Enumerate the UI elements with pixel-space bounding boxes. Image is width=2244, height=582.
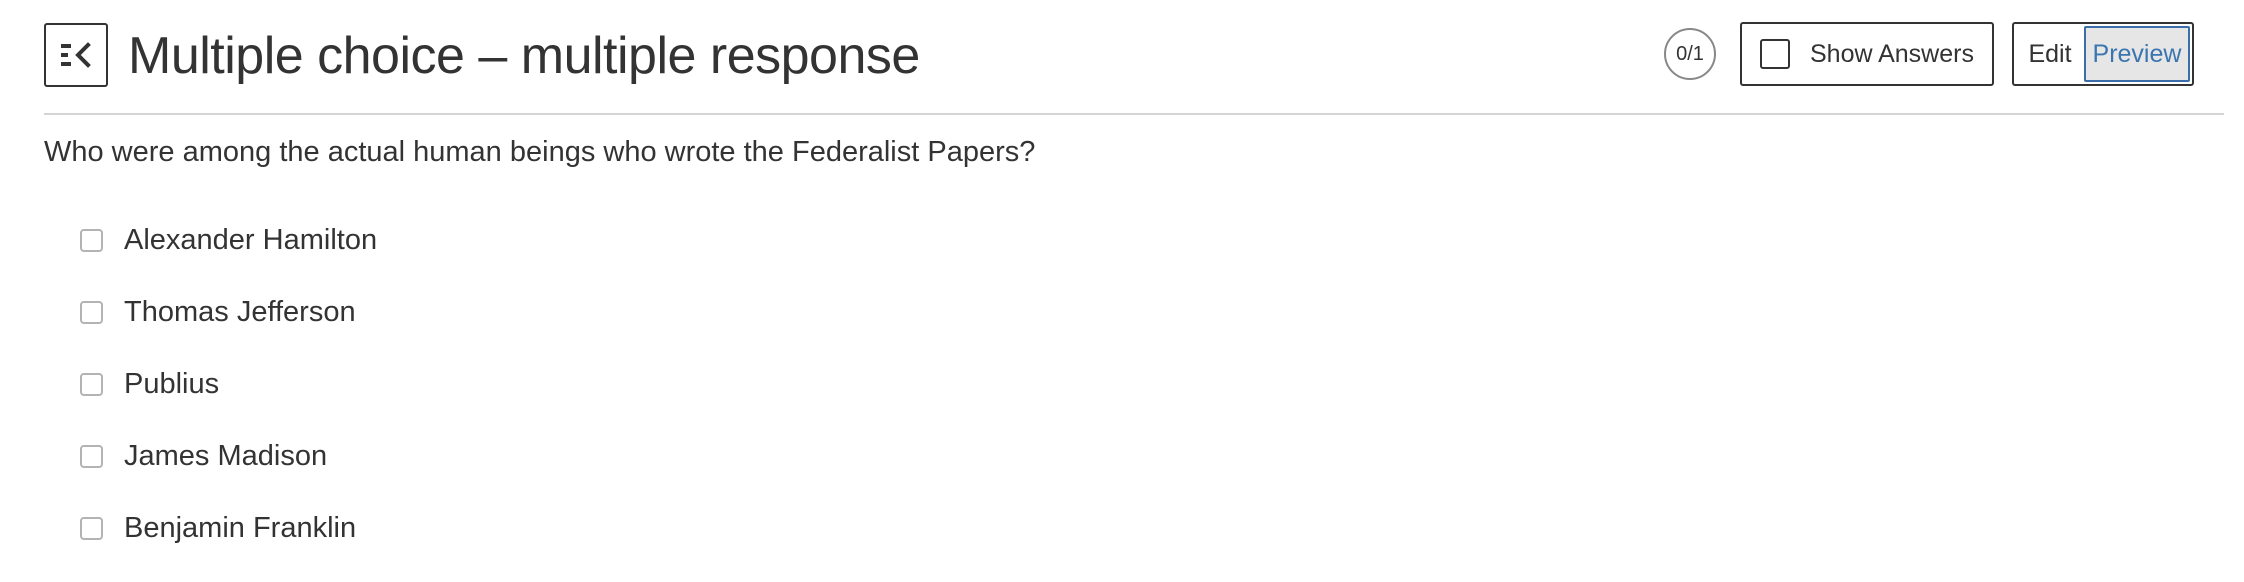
- answer-option[interactable]: James Madison: [80, 420, 377, 492]
- checkbox-empty-icon[interactable]: [80, 372, 103, 396]
- checkbox-empty-icon[interactable]: [80, 444, 103, 468]
- collapse-sidebar-button[interactable]: [44, 23, 108, 87]
- preview-button[interactable]: Preview: [2084, 26, 2190, 82]
- answer-option[interactable]: Benjamin Franklin: [80, 492, 377, 564]
- answer-option[interactable]: Alexander Hamilton: [80, 204, 377, 276]
- show-answers-toggle[interactable]: Show Answers: [1740, 22, 1994, 86]
- answer-option[interactable]: Thomas Jefferson: [80, 276, 377, 348]
- answer-option[interactable]: Publius: [80, 348, 377, 420]
- answer-option-label: Benjamin Franklin: [124, 511, 357, 544]
- answer-option-label: Alexander Hamilton: [124, 223, 378, 256]
- checkbox-empty-icon[interactable]: [80, 228, 103, 252]
- checkbox-empty-icon[interactable]: [80, 300, 103, 324]
- answer-option-label: Thomas Jefferson: [124, 295, 356, 328]
- mode-toggle-group: Edit Preview: [2012, 22, 2194, 86]
- checkbox-empty-icon[interactable]: [1760, 39, 1790, 69]
- question-header: Multiple choice – multiple response 0/1 …: [44, 0, 2224, 115]
- answer-option-label: James Madison: [124, 439, 328, 472]
- collapse-sidebar-icon: [61, 42, 91, 68]
- page-title: Multiple choice – multiple response: [128, 27, 920, 85]
- score-badge: 0/1: [1664, 28, 1716, 80]
- show-answers-label: Show Answers: [1810, 39, 1974, 68]
- edit-button[interactable]: Edit: [2016, 26, 2084, 82]
- question-text: Who were among the actual human beings w…: [44, 136, 1036, 168]
- answer-option-label: Publius: [124, 367, 220, 400]
- checkbox-empty-icon[interactable]: [80, 516, 103, 540]
- answer-options-list: Alexander Hamilton Thomas Jefferson Publ…: [80, 204, 377, 564]
